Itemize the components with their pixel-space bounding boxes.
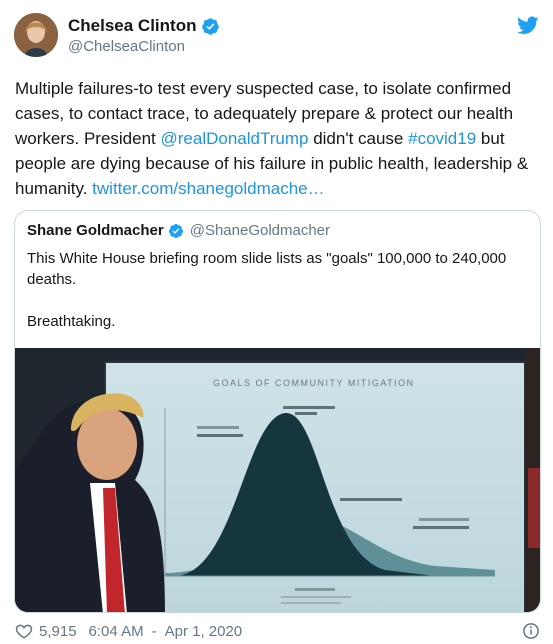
tweet-time[interactable]: 6:04 AM — [89, 623, 144, 640]
url-link[interactable]: twitter.com/shanegoldmache… — [92, 179, 324, 198]
author-display-name[interactable]: Chelsea Clinton — [68, 16, 196, 36]
slide-title: GOALS OF COMMUNITY MITIGATION — [213, 378, 415, 388]
mention-link[interactable]: @realDonaldTrump — [161, 129, 309, 148]
quoted-handle[interactable]: @ShaneGoldmacher — [190, 222, 330, 239]
tweet-text: Multiple failures-to test every suspecte… — [15, 76, 545, 201]
like-count[interactable]: 5,915 — [39, 623, 77, 640]
verified-badge-icon — [168, 223, 183, 238]
twitter-bird-icon[interactable] — [517, 16, 539, 35]
verified-badge-icon — [202, 17, 220, 35]
profile-photo-icon — [14, 13, 58, 57]
hashtag-link[interactable]: #covid19 — [408, 129, 476, 148]
quoted-tweet[interactable]: Shane Goldmacher @ShaneGoldmacher This W… — [14, 210, 541, 613]
info-icon[interactable] — [522, 622, 540, 640]
quoted-text-line: This White House briefing room slide lis… — [27, 250, 507, 288]
tweet-date[interactable]: Apr 1, 2020 — [165, 623, 243, 640]
date-separator: - — [151, 622, 157, 640]
tweet-card: Chelsea Clinton @ChelseaClinton Multiple… — [0, 0, 553, 644]
quoted-media-image[interactable]: GOALS OF COMMUNITY MITIGATION — [15, 348, 540, 612]
tweet-footer: 5,915 6:04 AM - Apr 1, 2020 — [15, 622, 242, 640]
quoted-text-line: Breathtaking. — [27, 313, 116, 330]
avatar[interactable] — [14, 13, 58, 57]
tweet-text-part: didn't cause — [308, 129, 409, 148]
heart-icon[interactable] — [15, 622, 33, 640]
author-handle[interactable]: @ChelseaClinton — [68, 38, 185, 55]
quoted-text: This White House briefing room slide lis… — [27, 248, 527, 353]
quoted-display-name[interactable]: Shane Goldmacher — [27, 222, 164, 239]
